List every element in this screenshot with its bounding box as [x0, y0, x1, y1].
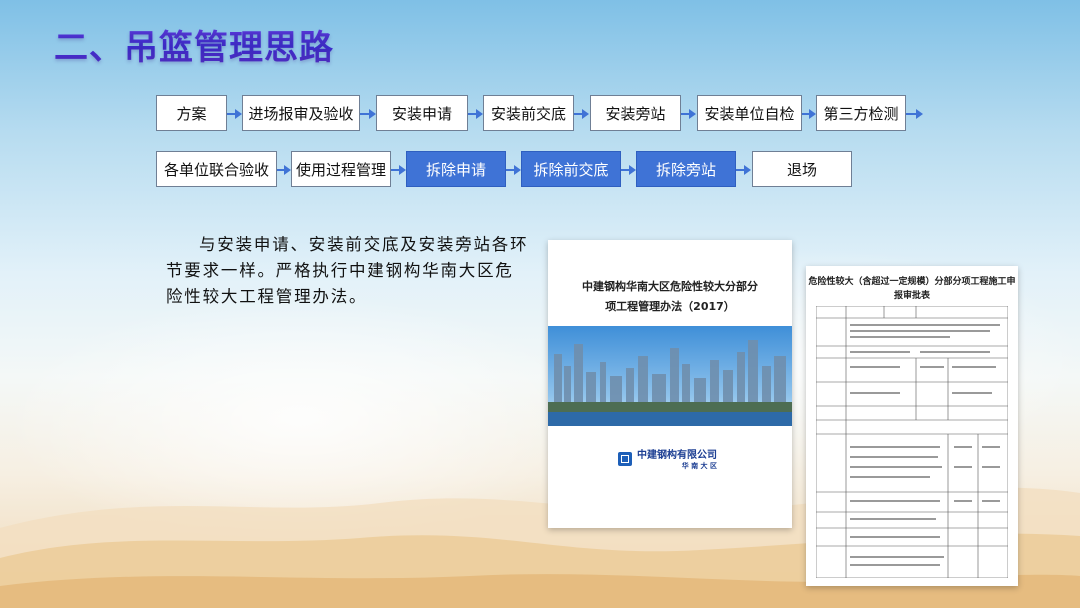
- city-skyline-illustration: [548, 326, 792, 426]
- flow-arrow: [574, 109, 589, 119]
- cover-title-line1: 中建钢构华南大区危险性较大分部分: [582, 280, 758, 293]
- flow-step-joint-acceptance: 各单位联合验收: [156, 151, 277, 187]
- flow-arrow: [681, 109, 696, 119]
- flow-arrow: [506, 165, 521, 175]
- page-title: 二、吊篮管理思路: [54, 20, 334, 69]
- flow-arrow: [360, 109, 376, 119]
- flow-arrow: [277, 165, 291, 175]
- flow-step-install-supervision: 安装旁站: [590, 95, 681, 131]
- approval-form-image: 危险性较大（含超过一定规模）分部分项工程施工申 报审批表: [806, 266, 1018, 586]
- flow-arrow: [468, 109, 483, 119]
- flow-step-usage-management: 使用过程管理: [291, 151, 391, 187]
- form-table-illustration: [816, 306, 1008, 578]
- company-logo-block: 中建钢构有限公司 华 南 大 区: [618, 446, 717, 471]
- flow-step-pre-install-briefing: 安装前交底: [483, 95, 574, 131]
- description-paragraph: 与安装申请、安装前交底及安装旁站各环节要求一样。严格执行中建钢构华南大区危险性较…: [166, 235, 529, 306]
- flow-step-pre-removal-briefing: 拆除前交底: [521, 151, 621, 187]
- form-title-line2: 报审批表: [893, 291, 930, 301]
- management-method-cover-image: 中建钢构华南大区危险性较大分部分 项工程管理办法（2017） 中建钢构有限公司 …: [548, 240, 792, 528]
- company-division: 华 南 大 区: [681, 462, 717, 470]
- flow-step-plan: 方案: [156, 95, 227, 131]
- flow-step-self-inspection: 安装单位自检: [697, 95, 802, 131]
- flow-arrow: [802, 109, 816, 119]
- form-title-line1: 危险性较大（含超过一定规模）分部分项工程施工申: [808, 277, 1016, 287]
- company-logo-icon: [618, 451, 632, 466]
- flow-arrow: [736, 165, 751, 175]
- flow-step-removal-supervision: 拆除旁站: [636, 151, 736, 187]
- company-name: 中建钢构有限公司: [637, 450, 717, 461]
- flow-step-third-party-inspection: 第三方检测: [816, 95, 906, 131]
- flow-arrow: [906, 109, 923, 119]
- flow-step-removal-application: 拆除申请: [406, 151, 506, 187]
- flow-step-install-application: 安装申请: [376, 95, 468, 131]
- flow-arrow: [621, 165, 636, 175]
- flow-step-exit: 退场: [752, 151, 852, 187]
- flow-arrow: [391, 165, 406, 175]
- cover-title-line2: 项工程管理办法（2017）: [605, 300, 735, 313]
- flow-step-entry-approval: 进场报审及验收: [242, 95, 360, 131]
- flow-arrow: [227, 109, 242, 119]
